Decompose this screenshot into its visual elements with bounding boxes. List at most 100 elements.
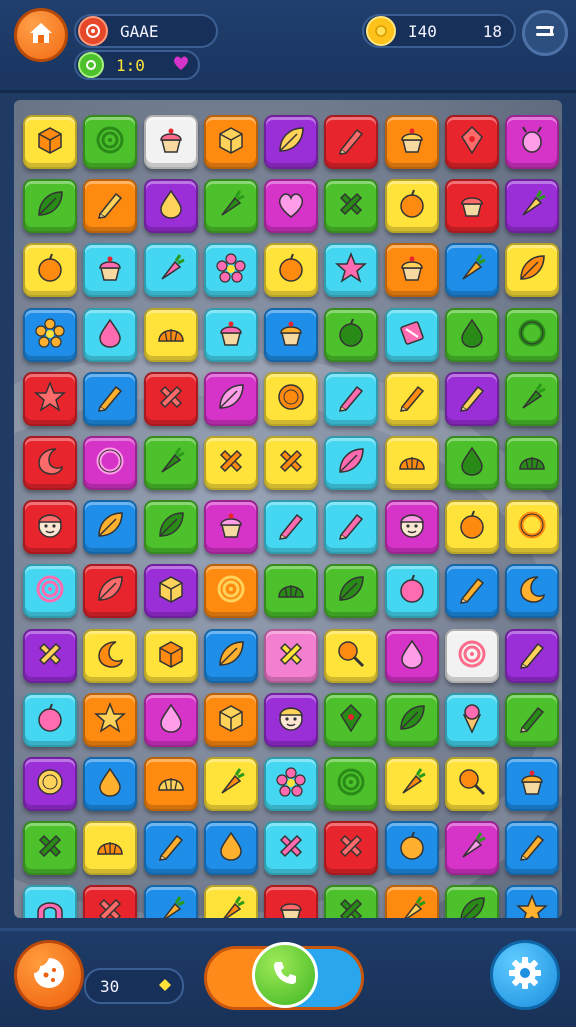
tile-yellow-pencil[interactable] <box>384 371 439 426</box>
tile-purple-pencil[interactable] <box>444 371 499 426</box>
tile-red-cross[interactable] <box>143 371 198 426</box>
tile-yellow-shell[interactable] <box>143 307 198 362</box>
tile-blue-cupcake[interactable] <box>505 757 559 811</box>
tile-blue-fruit[interactable] <box>384 821 439 876</box>
tile-cyan-leaf[interactable] <box>324 436 379 490</box>
tile-blue-flower[interactable] <box>23 307 77 362</box>
tile-orange-swirl[interactable] <box>203 564 258 619</box>
tile-red-cross[interactable] <box>324 821 379 876</box>
tile-magenta-ring[interactable] <box>83 436 138 490</box>
tile-cyan-cross[interactable] <box>264 821 318 876</box>
tile-blue-drop[interactable] <box>83 757 138 811</box>
tile-yellow-carrot[interactable] <box>203 757 258 811</box>
tile-red-leaf[interactable] <box>83 564 138 619</box>
tile-yellow-coin[interactable] <box>264 371 318 426</box>
tile-yellow-ring[interactable] <box>505 500 559 555</box>
tile-yellow-shell[interactable] <box>83 821 138 876</box>
tile-magenta-leaf[interactable] <box>203 371 258 426</box>
tile-blue-drop[interactable] <box>203 821 258 876</box>
tile-blue-star[interactable] <box>505 885 559 918</box>
tile-yellow-moon[interactable] <box>83 628 138 683</box>
tile-red-moon[interactable] <box>23 436 77 490</box>
tile-green-fruit[interactable] <box>324 307 379 362</box>
tile-blue-pencil[interactable] <box>444 564 499 619</box>
tile-green-leaf[interactable] <box>324 564 379 619</box>
tile-magenta-heart[interactable] <box>264 179 318 234</box>
tile-red-cupcake[interactable] <box>264 885 318 918</box>
tile-blue-carrot[interactable] <box>444 243 499 298</box>
tile-yellow-fruit[interactable] <box>23 243 77 298</box>
tile-yellow-leaf[interactable] <box>505 243 559 298</box>
tile-magenta-drop[interactable] <box>384 628 439 683</box>
tile-green-swirl[interactable] <box>83 115 138 169</box>
tile-blue-pencil[interactable] <box>83 371 138 426</box>
tile-orange-star[interactable] <box>83 692 138 747</box>
tile-blue-pencil[interactable] <box>143 821 198 876</box>
menu-button[interactable] <box>522 10 568 56</box>
tile-yellow-fruit[interactable] <box>264 243 318 298</box>
tile-pink-cross[interactable] <box>264 628 318 683</box>
tile-red-gem[interactable] <box>444 115 499 169</box>
tile-blue-leaf[interactable] <box>203 628 258 683</box>
tile-white-swirl[interactable] <box>444 628 499 683</box>
tile-yellow-fruit[interactable] <box>444 500 499 555</box>
tile-purple-drop[interactable] <box>143 179 198 234</box>
tile-cyan-drop[interactable] <box>83 307 138 362</box>
tile-green-cross[interactable] <box>324 179 379 234</box>
tile-cyan-pencil[interactable] <box>264 500 318 555</box>
profile-button[interactable] <box>14 940 84 1010</box>
tile-cyan-cupcake[interactable] <box>83 243 138 298</box>
tile-green-drop[interactable] <box>444 436 499 490</box>
tile-yellow-lolly[interactable] <box>324 628 379 683</box>
tile-yellow-cross[interactable] <box>264 436 318 490</box>
tile-cyan-flower[interactable] <box>264 757 318 811</box>
tile-cyan-fruit[interactable] <box>23 692 77 747</box>
tile-purple-cross[interactable] <box>23 628 77 683</box>
tile-green-shell[interactable] <box>264 564 318 619</box>
tile-purple-coin[interactable] <box>23 757 77 811</box>
tile-purple-cube[interactable] <box>143 564 198 619</box>
tile-green-swirl[interactable] <box>324 757 379 811</box>
tile-blue-cupcake[interactable] <box>264 307 318 362</box>
tile-green-cross[interactable] <box>324 885 379 918</box>
tile-green-leaf[interactable] <box>444 885 499 918</box>
tile-purple-carrot[interactable] <box>505 179 559 234</box>
tile-cyan-star[interactable] <box>324 243 379 298</box>
call-button[interactable] <box>252 942 318 1008</box>
tile-green-leaf[interactable] <box>384 692 439 747</box>
tile-yellow-carrot[interactable] <box>384 757 439 811</box>
tile-yellow-carrot[interactable] <box>203 885 258 918</box>
home-button[interactable] <box>14 8 68 62</box>
tile-magenta-drop[interactable] <box>143 692 198 747</box>
tile-green-leaf[interactable] <box>143 500 198 555</box>
tile-red-cross[interactable] <box>83 885 138 918</box>
tile-blue-carrot[interactable] <box>143 885 198 918</box>
tile-red-star[interactable] <box>23 371 77 426</box>
tile-magenta-carrot[interactable] <box>444 821 499 876</box>
tile-red-face[interactable] <box>23 500 77 555</box>
tile-cyan-candy[interactable] <box>384 307 439 362</box>
tile-blue-moon[interactable] <box>505 564 559 619</box>
tile-cyan-fruit[interactable] <box>384 564 439 619</box>
tile-green-pencil[interactable] <box>505 692 559 747</box>
tile-green-shell[interactable] <box>505 436 559 490</box>
tile-cyan-cone[interactable] <box>444 692 499 747</box>
tile-green-leaf[interactable] <box>23 179 77 234</box>
tile-green-ring[interactable] <box>505 307 559 362</box>
tile-orange-cube[interactable] <box>203 115 258 169</box>
tile-green-cross[interactable] <box>23 821 77 876</box>
tile-orange-carrot[interactable] <box>384 885 439 918</box>
tile-orange-cupcake[interactable] <box>384 243 439 298</box>
tile-yellow-lolly[interactable] <box>444 757 499 811</box>
tile-orange-cupcake[interactable] <box>384 115 439 169</box>
tile-orange-cube[interactable] <box>203 692 258 747</box>
tile-purple-leaf[interactable] <box>264 115 318 169</box>
tile-yellow-shell[interactable] <box>384 436 439 490</box>
tile-orange-shell[interactable] <box>143 757 198 811</box>
tile-green-carrot[interactable] <box>203 179 258 234</box>
tile-white-cupcake[interactable] <box>143 115 198 169</box>
tile-magenta-face[interactable] <box>384 500 439 555</box>
tile-cyan-pencil[interactable] <box>324 500 379 555</box>
tile-cyan-flower[interactable] <box>203 243 258 298</box>
tile-cyan-arch[interactable] <box>23 885 77 918</box>
